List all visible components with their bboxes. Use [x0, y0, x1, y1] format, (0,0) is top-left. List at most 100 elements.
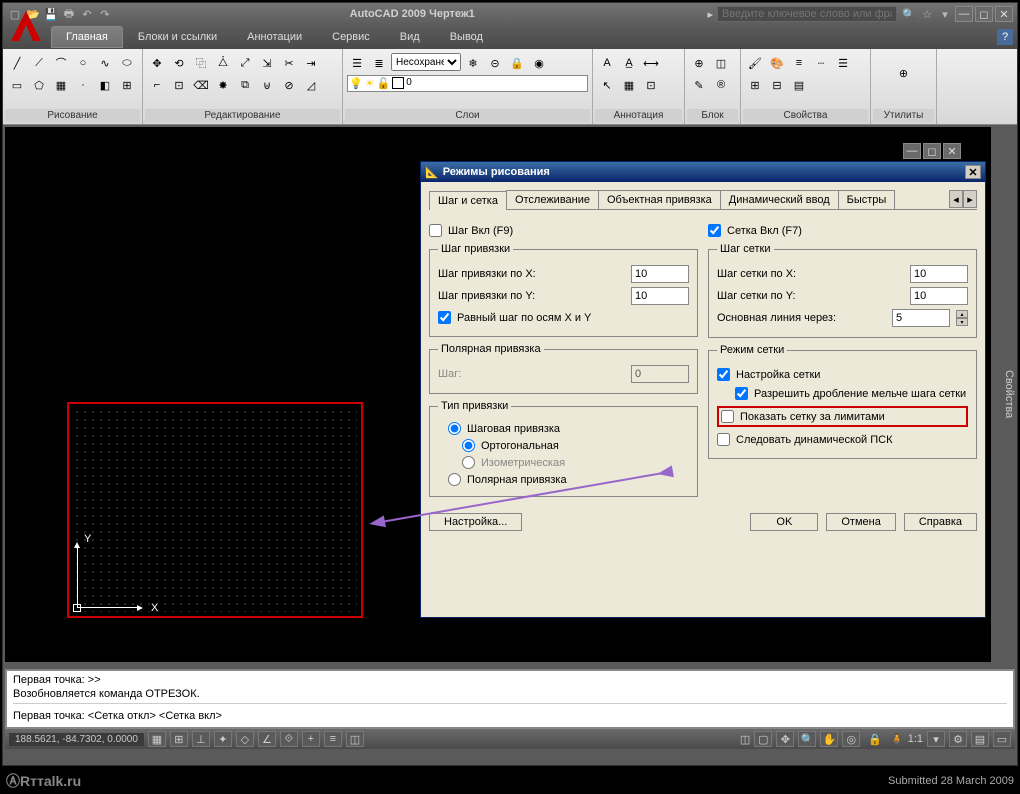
join-icon[interactable]: ⊎ [257, 75, 277, 95]
ltype-icon[interactable]: ┈ [811, 53, 831, 73]
fillet-icon[interactable]: ⌐ [147, 75, 167, 95]
array-icon[interactable]: ⊡ [169, 75, 189, 95]
tab-service[interactable]: Сервис [317, 26, 385, 48]
point-icon[interactable]: · [73, 75, 93, 95]
polyline-icon[interactable]: ⟋ [29, 53, 49, 73]
mirror-icon[interactable]: ⧊ [213, 53, 233, 73]
mtext-icon[interactable]: A̲ [619, 53, 639, 73]
undo-icon[interactable]: ↶ [79, 6, 95, 22]
layer-freeze-icon[interactable]: ❄ [463, 53, 483, 73]
circle-icon[interactable]: ○ [73, 53, 93, 73]
subdiv-checkbox[interactable]: Разрешить дробление мельче шага сетки [735, 387, 968, 400]
tab-output[interactable]: Вывод [435, 26, 498, 48]
dlg-min-button[interactable]: — [903, 143, 921, 159]
table-icon[interactable]: ⊞ [117, 75, 137, 95]
panel-block-title[interactable]: Блок [687, 109, 738, 122]
tab-dynamic[interactable]: Динамический ввод [720, 190, 839, 209]
snap-x-input[interactable] [631, 265, 689, 283]
layer-lock-icon[interactable]: 🔒 [507, 53, 527, 73]
erase-icon[interactable]: ⌫ [191, 75, 211, 95]
pan-icon[interactable]: ✋ [820, 731, 838, 747]
trim-icon[interactable]: ✂ [279, 53, 299, 73]
snap-toggle[interactable]: ▦ [148, 731, 166, 747]
search-input[interactable] [717, 6, 897, 22]
snap-ortho-radio[interactable]: Ортогональная [462, 439, 689, 452]
dropdown-icon[interactable]: ▾ [937, 6, 953, 22]
arc-icon[interactable]: ⌒ [51, 53, 71, 73]
dialog-close-button[interactable]: ✕ [965, 165, 981, 179]
qp-toggle[interactable]: ◫ [346, 731, 364, 747]
star-icon[interactable]: ☆ [919, 6, 935, 22]
attr-icon[interactable]: ® [711, 75, 731, 95]
text-icon[interactable]: A [597, 53, 617, 73]
grid-toggle[interactable]: ⊞ [170, 731, 188, 747]
tab-view[interactable]: Вид [385, 26, 435, 48]
layer-off-icon[interactable]: ⊝ [485, 53, 505, 73]
tab-blocks[interactable]: Блоки и ссылки [123, 26, 232, 48]
clean-icon[interactable]: ▭ [993, 731, 1011, 747]
scale-menu[interactable]: ▾ [927, 731, 945, 747]
tab-next-button[interactable]: ▸ [963, 190, 977, 208]
explode-icon[interactable]: ✸ [213, 75, 233, 95]
print-icon[interactable]: 🖶 [61, 6, 77, 22]
ellipse-icon[interactable]: ⬭ [117, 53, 137, 73]
follow-ucs-checkbox[interactable]: Следовать динамической ПСК [717, 433, 968, 446]
properties-palette-tab[interactable]: Свойства [997, 127, 1017, 662]
equal-xy-checkbox[interactable]: Равный шаг по осям X и Y [438, 311, 689, 324]
copy-icon[interactable]: ⿻ [191, 53, 211, 73]
osnap-toggle[interactable]: ◇ [236, 731, 254, 747]
layer-iso-icon[interactable]: ◉ [529, 53, 549, 73]
nav-icon[interactable]: ✥ [776, 731, 794, 747]
props2-icon[interactable]: ⊞ [745, 75, 765, 95]
scale-display[interactable]: 1:1 [908, 733, 923, 745]
measure-icon[interactable]: ⊕ [884, 53, 924, 93]
redo-icon[interactable]: ↷ [97, 6, 113, 22]
anno-scale[interactable]: 🧍 [890, 733, 904, 746]
polygon-icon[interactable]: ⬠ [29, 75, 49, 95]
tab-annotations[interactable]: Аннотации [232, 26, 317, 48]
search-go-icon[interactable]: 🔍 [901, 6, 917, 22]
line-icon[interactable]: ╱ [7, 53, 27, 73]
app-logo[interactable] [5, 5, 47, 47]
model-space-label[interactable]: ◫ [740, 733, 750, 746]
dyn-toggle[interactable]: + [302, 731, 320, 747]
grid-x-input[interactable] [910, 265, 968, 283]
region-icon[interactable]: ◧ [95, 75, 115, 95]
spline-icon[interactable]: ∿ [95, 53, 115, 73]
maximize-button[interactable]: ◻ [975, 6, 993, 22]
scale-icon[interactable]: ⤢ [235, 53, 255, 73]
dialog-title-bar[interactable]: 📐 Режимы рисования ✕ [421, 162, 985, 182]
panel-layers-title[interactable]: Слои [345, 109, 590, 122]
hatch-icon[interactable]: ▦ [51, 75, 71, 95]
snap-on-checkbox[interactable]: Шаг Вкл (F9) [429, 224, 698, 237]
major-up-button[interactable]: ▴ [956, 310, 968, 318]
grid-y-input[interactable] [910, 287, 968, 305]
command-line[interactable]: Первая точка: >> Возобновляется команда … [5, 669, 1015, 729]
ws-icon[interactable]: ⚙ [949, 731, 967, 747]
panel-draw-title[interactable]: Рисование [5, 109, 140, 122]
move-icon[interactable]: ✥ [147, 53, 167, 73]
stretch-icon[interactable]: ⇲ [257, 53, 277, 73]
layout-toggle[interactable]: ▢ [754, 731, 772, 747]
tab-quick[interactable]: Быстры [838, 190, 896, 209]
rotate-icon[interactable]: ⟲ [169, 53, 189, 73]
zoom-icon[interactable]: 🔍 [798, 731, 816, 747]
props4-icon[interactable]: ▤ [789, 75, 809, 95]
close-button[interactable]: ✕ [995, 6, 1013, 22]
dlg-close2-button[interactable]: ✕ [943, 143, 961, 159]
beyond-limits-checkbox[interactable]: Показать сетку за лимитами [721, 410, 964, 423]
adaptive-checkbox[interactable]: Настройка сетки [717, 368, 968, 381]
major-line-input[interactable] [892, 309, 950, 327]
toolbar-icon[interactable]: ▤ [971, 731, 989, 747]
props3-icon[interactable]: ⊟ [767, 75, 787, 95]
panel-edit-title[interactable]: Редактирование [145, 109, 340, 122]
otrack-toggle[interactable]: ∠ [258, 731, 276, 747]
table2-icon[interactable]: ▦ [619, 75, 639, 95]
ortho-toggle[interactable]: ⊥ [192, 731, 210, 747]
grid-on-checkbox[interactable]: Сетка Вкл (F7) [708, 224, 977, 237]
tab-prev-button[interactable]: ◂ [949, 190, 963, 208]
wheel-icon[interactable]: ◎ [842, 731, 860, 747]
help-button[interactable]: Справка [904, 513, 977, 531]
polar-toggle[interactable]: ✦ [214, 731, 232, 747]
break-icon[interactable]: ⊘ [279, 75, 299, 95]
